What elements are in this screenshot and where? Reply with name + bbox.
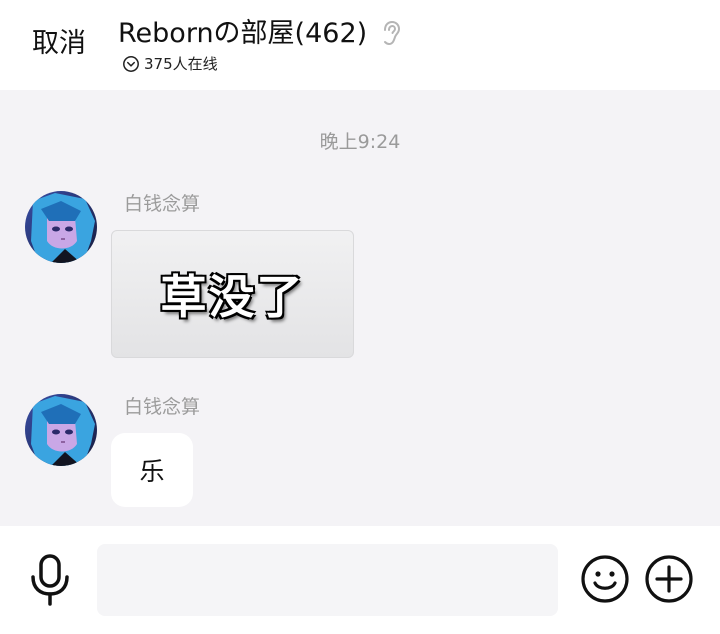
cancel-button[interactable]: 取消 <box>32 26 86 62</box>
smiley-icon[interactable] <box>580 554 630 604</box>
sender-name: 白钱念算 <box>124 193 201 215</box>
sender-avatar[interactable] <box>25 394 97 466</box>
text-message-bubble[interactable]: 乐 <box>111 433 193 507</box>
room-title[interactable]: Rebornの部屋(462) <box>118 16 367 52</box>
plus-circle-icon[interactable] <box>644 554 694 604</box>
ear-icon[interactable] <box>379 19 403 49</box>
microphone-icon[interactable] <box>28 553 72 607</box>
sender-avatar[interactable] <box>25 191 97 263</box>
title-row: Rebornの部屋(462) <box>118 15 403 53</box>
chevron-down-circle-icon <box>122 55 140 73</box>
sticker-message[interactable]: 草没了 <box>111 230 354 358</box>
input-bar <box>0 526 720 634</box>
chat-header: 取消 Rebornの部屋(462) 375人在线 <box>0 0 720 90</box>
message-timestamp: 晚上9:24 <box>319 131 401 153</box>
online-count: 375人在线 <box>144 55 218 73</box>
sticker-text: 草没了 <box>160 270 305 324</box>
message-list[interactable]: 晚上9:24 白钱念算 草没了 白钱念算 乐 <box>0 90 720 526</box>
message-input[interactable] <box>97 544 558 616</box>
sender-name: 白钱念算 <box>124 396 201 418</box>
message-text: 乐 <box>139 457 165 486</box>
online-count-row[interactable]: 375人在线 <box>122 54 218 74</box>
